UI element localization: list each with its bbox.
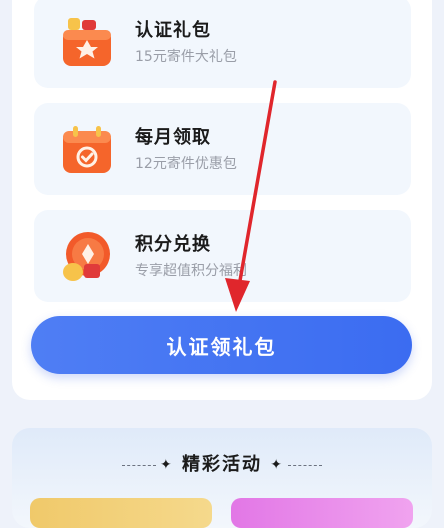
activity-heading: 精彩活动 (182, 454, 262, 475)
sparkle-icon: ✦ (270, 457, 285, 473)
activity-card[interactable] (231, 498, 413, 528)
divider (288, 464, 323, 466)
sparkle-icon: ✦ (159, 457, 174, 473)
activity-card[interactable] (30, 498, 212, 528)
divider (121, 464, 156, 466)
